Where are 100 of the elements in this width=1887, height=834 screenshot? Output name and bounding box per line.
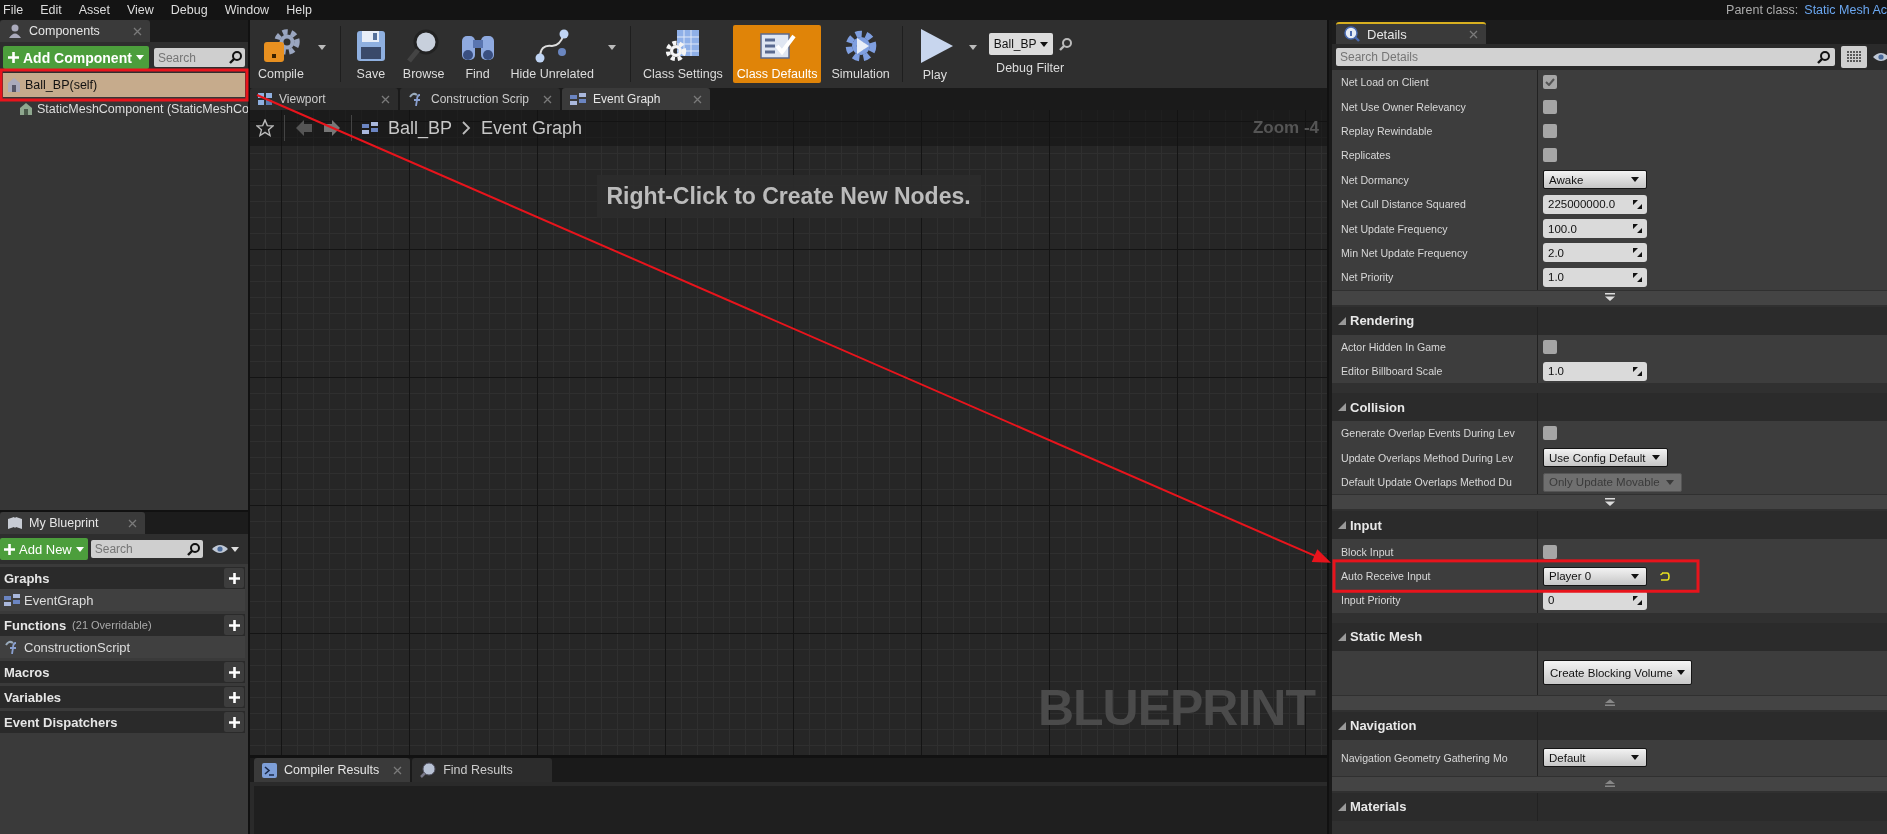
list-item[interactable]: EventGraph <box>0 589 245 611</box>
star-icon[interactable] <box>256 119 274 137</box>
view-options-button[interactable] <box>1841 46 1867 68</box>
breadcrumb-item[interactable]: Event Graph <box>481 117 583 139</box>
editor-tab[interactable]: Event Graph <box>562 88 711 110</box>
tree-item[interactable]: Ball_BP(self) <box>3 73 245 97</box>
panel-tab[interactable]: My Blueprint <box>0 512 145 534</box>
close-icon[interactable] <box>1469 29 1478 39</box>
property-name: Net Update Frequency <box>1341 222 1448 235</box>
back-arrow-icon[interactable] <box>295 119 313 137</box>
debug-filter-dropdown[interactable]: Ball_BP <box>988 33 1053 55</box>
reset-arrow-icon[interactable] <box>1659 571 1670 581</box>
dropdown[interactable]: Default <box>1543 748 1647 768</box>
panel-tab[interactable]: Components <box>0 20 150 42</box>
menu-item[interactable]: Window <box>221 3 279 17</box>
tree-item[interactable]: StaticMeshComponent (StaticMeshCo <box>0 97 248 121</box>
number-field[interactable]: 2.0 <box>1543 243 1647 263</box>
parent-class-label: Parent class: <box>1726 3 1799 17</box>
toolbar-button[interactable]: Class Settings <box>638 25 727 83</box>
menu-item[interactable]: Debug <box>167 3 217 17</box>
editor-tab[interactable]: Viewport <box>250 88 398 110</box>
expand-triangle-icon[interactable] <box>1338 316 1346 325</box>
panel-tab[interactable]: Details <box>1336 22 1486 44</box>
property-name: Input Priority <box>1341 594 1401 607</box>
category-title[interactable]: Static Mesh <box>1350 629 1423 645</box>
toolbar-button[interactable]: Find <box>454 25 501 83</box>
parent-class-link[interactable]: Static Mesh Ac <box>1804 3 1887 17</box>
search-field[interactable]: Search Details <box>1336 48 1835 66</box>
dropdown[interactable]: Player 0 <box>1543 566 1647 586</box>
expand-advanced-icon[interactable] <box>1603 497 1616 507</box>
property-name: Net Load on Client <box>1341 76 1429 89</box>
search-field[interactable]: Search <box>90 540 203 558</box>
property-name: Auto Receive Input <box>1341 570 1431 583</box>
view-options-button[interactable] <box>211 544 239 554</box>
property-name: Generate Overlap Events During Lev <box>1341 427 1515 440</box>
number-field[interactable]: 100.0 <box>1543 219 1647 239</box>
menu-item[interactable]: Edit <box>37 3 71 17</box>
list-item[interactable]: ConstructionScript <box>0 636 245 658</box>
close-icon[interactable] <box>133 26 142 36</box>
dropdown-arrow-icon[interactable] <box>317 44 326 50</box>
number-field[interactable]: 1.0 <box>1543 267 1647 287</box>
menu-item[interactable]: Help <box>283 3 321 17</box>
number-field[interactable]: 225000000.0 <box>1543 194 1647 214</box>
checkbox[interactable] <box>1543 123 1557 138</box>
toolbar-button[interactable]: Play <box>910 25 959 83</box>
checkbox[interactable] <box>1543 544 1557 559</box>
breadcrumb-item[interactable]: Ball_BP <box>388 117 453 139</box>
toolbar-button[interactable]: Save <box>348 25 393 83</box>
close-icon[interactable] <box>393 765 403 775</box>
category-title[interactable]: Materials <box>1350 799 1407 815</box>
checkbox[interactable] <box>1543 148 1557 163</box>
caret-icon <box>230 546 239 552</box>
category-title[interactable]: Input <box>1350 517 1382 533</box>
menu-item[interactable]: View <box>123 3 163 17</box>
checkbox[interactable] <box>1543 75 1557 90</box>
toolbar-button[interactable]: Browse <box>398 25 449 83</box>
search-field[interactable]: Search <box>153 48 245 67</box>
section-title: Variables <box>4 689 62 705</box>
checkbox[interactable] <box>1543 426 1557 441</box>
dropdown-arrow-icon[interactable] <box>968 44 977 50</box>
expand-triangle-icon[interactable] <box>1338 721 1346 730</box>
add-button[interactable] <box>224 615 244 635</box>
collapse-advanced-icon[interactable] <box>1603 698 1616 708</box>
book-icon <box>8 517 22 529</box>
expand-advanced-icon[interactable] <box>1603 293 1616 302</box>
toolbar-button[interactable]: Simulation <box>827 25 894 83</box>
close-icon[interactable] <box>693 94 703 104</box>
collapse-advanced-icon[interactable] <box>1603 779 1616 789</box>
expand-triangle-icon[interactable] <box>1338 521 1346 530</box>
panel-tab[interactable]: Compiler Results <box>254 758 411 782</box>
dropdown-arrow-icon[interactable] <box>607 44 616 50</box>
expand-triangle-icon[interactable] <box>1338 802 1346 811</box>
expand-triangle-icon[interactable] <box>1338 632 1346 641</box>
dropdown[interactable]: Awake <box>1543 170 1647 190</box>
dropdown[interactable]: Use Config Default <box>1543 448 1668 468</box>
toolbar-button[interactable]: Compile <box>254 25 308 83</box>
add-button[interactable] <box>224 712 244 732</box>
expand-triangle-icon[interactable] <box>1338 403 1346 412</box>
panel-tab[interactable]: Find Results <box>412 758 553 782</box>
menu-item[interactable]: Asset <box>75 3 119 17</box>
category-title[interactable]: Collision <box>1350 399 1405 415</box>
create-blocking-volume-button[interactable]: Create Blocking Volume <box>1543 660 1692 686</box>
checkbox[interactable] <box>1543 339 1557 354</box>
plus-icon <box>228 619 240 631</box>
debug-filter-label: Debug Filter <box>996 61 1065 75</box>
category-title[interactable]: Rendering <box>1350 313 1415 328</box>
close-icon[interactable] <box>128 518 137 528</box>
close-icon[interactable] <box>543 94 553 104</box>
checkbox[interactable] <box>1543 99 1557 114</box>
toolbar-button[interactable]: Hide Unrelated <box>506 25 598 83</box>
editor-tab[interactable]: Construction Scrip <box>400 88 561 110</box>
menu-item[interactable]: File <box>0 3 33 17</box>
number-field[interactable]: 1.0 <box>1543 361 1647 381</box>
category-title[interactable]: Navigation <box>1350 718 1417 734</box>
add-button[interactable] <box>224 568 244 588</box>
close-icon[interactable] <box>381 94 390 104</box>
spin-handle-icon <box>1633 199 1642 209</box>
plus-icon <box>4 543 15 555</box>
add-button[interactable] <box>224 662 244 682</box>
add-button[interactable] <box>224 687 244 707</box>
